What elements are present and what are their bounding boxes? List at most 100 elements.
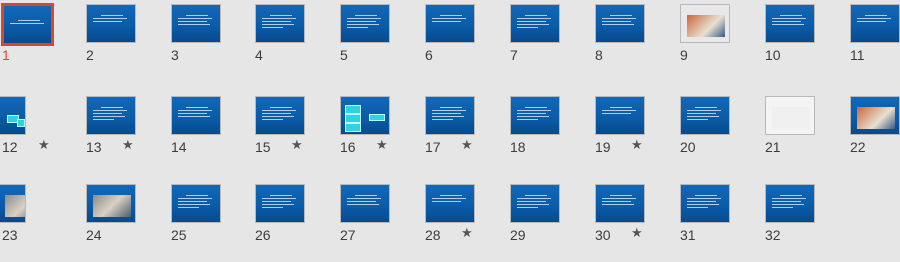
- slide-tile[interactable]: 20: [680, 92, 765, 174]
- slide-thumbnail[interactable]: [0, 184, 26, 223]
- slide-number: 3: [171, 47, 179, 63]
- slide-thumbnail[interactable]: [680, 184, 730, 223]
- slide-tile[interactable]: 11: [850, 0, 900, 82]
- slide-tile[interactable]: 10: [765, 0, 850, 82]
- slide-tile[interactable]: 4: [255, 0, 340, 82]
- slide-number: 18: [510, 139, 526, 155]
- slide-number: 1: [2, 47, 10, 63]
- slide-number: 5: [340, 47, 348, 63]
- slide-tile[interactable]: 7: [510, 0, 595, 82]
- slide-tile[interactable]: 5: [340, 0, 425, 82]
- slide-thumbnail[interactable]: [850, 96, 900, 135]
- slide-tile[interactable]: 24: [86, 180, 171, 262]
- slide-number: 25: [171, 227, 187, 243]
- slide-tile[interactable]: 12 ★: [0, 92, 87, 174]
- slide-thumbnail[interactable]: [86, 184, 136, 223]
- slide-tile[interactable]: 2: [86, 0, 171, 82]
- slide-tile[interactable]: 3: [171, 0, 256, 82]
- slide-number: 4: [255, 47, 263, 63]
- slide-tile[interactable]: 26: [255, 180, 340, 262]
- slide-thumbnail[interactable]: [171, 184, 221, 223]
- slide-tile[interactable]: 31: [680, 180, 765, 262]
- slide-thumbnail[interactable]: [86, 96, 136, 135]
- slide-number: 8: [595, 47, 603, 63]
- slide-number: 19: [595, 139, 611, 155]
- slide-tile[interactable]: 21: [765, 92, 850, 174]
- slide-thumbnail[interactable]: [510, 96, 560, 135]
- slide-tile[interactable]: 16 ★: [340, 92, 425, 174]
- slide-thumbnail[interactable]: [255, 184, 305, 223]
- slide-thumbnail[interactable]: [510, 4, 560, 43]
- slide-tile[interactable]: 25: [171, 180, 256, 262]
- slide-thumbnail[interactable]: [765, 4, 815, 43]
- slide-number: 9: [680, 47, 688, 63]
- slide-tile[interactable]: 18: [510, 92, 595, 174]
- slide-tile[interactable]: 6: [425, 0, 510, 82]
- slide-tile[interactable]: 30 ★: [595, 180, 680, 262]
- slide-number: 10: [765, 47, 781, 63]
- slide-tile[interactable]: 28 ★: [425, 180, 510, 262]
- slide-thumbnail[interactable]: [680, 96, 730, 135]
- slide-number: 2: [86, 47, 94, 63]
- slide-tile[interactable]: 23: [0, 180, 87, 262]
- star-icon: ★: [38, 138, 50, 153]
- slide-thumbnail[interactable]: [255, 4, 305, 43]
- slide-thumbnail[interactable]: [595, 4, 645, 43]
- star-icon: ★: [631, 138, 643, 153]
- slide-tile[interactable]: 22: [850, 92, 900, 174]
- slide-number: 7: [510, 47, 518, 63]
- slide-thumbnail[interactable]: [510, 184, 560, 223]
- slide-number: 16: [340, 139, 356, 155]
- slide-number: 17: [425, 139, 441, 155]
- slide-thumbnail[interactable]: [171, 96, 221, 135]
- slide-tile[interactable]: 17 ★: [425, 92, 510, 174]
- slide-thumbnail[interactable]: [765, 96, 815, 135]
- slide-tile[interactable]: 15 ★: [255, 92, 340, 174]
- slide-tile[interactable]: 13 ★: [86, 92, 171, 174]
- slide-thumbnail[interactable]: [255, 96, 305, 135]
- slide-number: 27: [340, 227, 356, 243]
- slide-thumbnail[interactable]: [765, 184, 815, 223]
- slide-thumbnail[interactable]: [86, 4, 136, 43]
- slide-tile[interactable]: 32: [765, 180, 850, 262]
- slide-number: 23: [2, 227, 18, 243]
- slide-thumbnail[interactable]: [425, 4, 475, 43]
- slide-thumbnail[interactable]: [171, 4, 221, 43]
- slide-thumbnail[interactable]: [425, 96, 475, 135]
- slide-number: 21: [765, 139, 781, 155]
- slide-tile[interactable]: 1: [1, 0, 87, 82]
- slide-number: 20: [680, 139, 696, 155]
- slide-tile[interactable]: 8: [595, 0, 680, 82]
- slide-thumbnail[interactable]: [340, 96, 390, 135]
- slide-thumbnail[interactable]: [340, 184, 390, 223]
- slide-thumbnail[interactable]: [680, 4, 730, 43]
- slide-thumbnail[interactable]: [425, 184, 475, 223]
- slide-picture: [687, 15, 725, 37]
- slide-thumbnail[interactable]: [0, 96, 26, 135]
- slide-picture: [93, 195, 131, 217]
- star-icon: ★: [122, 138, 134, 153]
- slide-thumbnail[interactable]: [1, 3, 54, 46]
- slide-number: 22: [850, 139, 866, 155]
- slide-number: 14: [171, 139, 187, 155]
- slide-tile[interactable]: 19 ★: [595, 92, 680, 174]
- slide-tile[interactable]: 14: [171, 92, 256, 174]
- slide-number: 12: [2, 139, 18, 155]
- slide-number: 30: [595, 227, 611, 243]
- slide-sorter-grid: 1 2 3 4 5 6 7 8 9 10 11 12 ★ 13 ★ 14 15 …: [0, 0, 900, 243]
- slide-tile[interactable]: 27: [340, 180, 425, 262]
- slide-number: 6: [425, 47, 433, 63]
- slide-thumbnail[interactable]: [340, 4, 390, 43]
- slide-picture: [857, 107, 895, 129]
- slide-thumbnail[interactable]: [595, 96, 645, 135]
- slide-thumbnail[interactable]: [595, 184, 645, 223]
- slide-number: 28: [425, 227, 441, 243]
- slide-tile[interactable]: 9: [680, 0, 765, 82]
- slide-number: 26: [255, 227, 271, 243]
- slide-thumbnail[interactable]: [850, 4, 900, 43]
- slide-picture: [772, 107, 810, 129]
- star-icon: ★: [376, 138, 388, 153]
- slide-number: 32: [765, 227, 781, 243]
- slide-number: 31: [680, 227, 696, 243]
- slide-tile[interactable]: 29: [510, 180, 595, 262]
